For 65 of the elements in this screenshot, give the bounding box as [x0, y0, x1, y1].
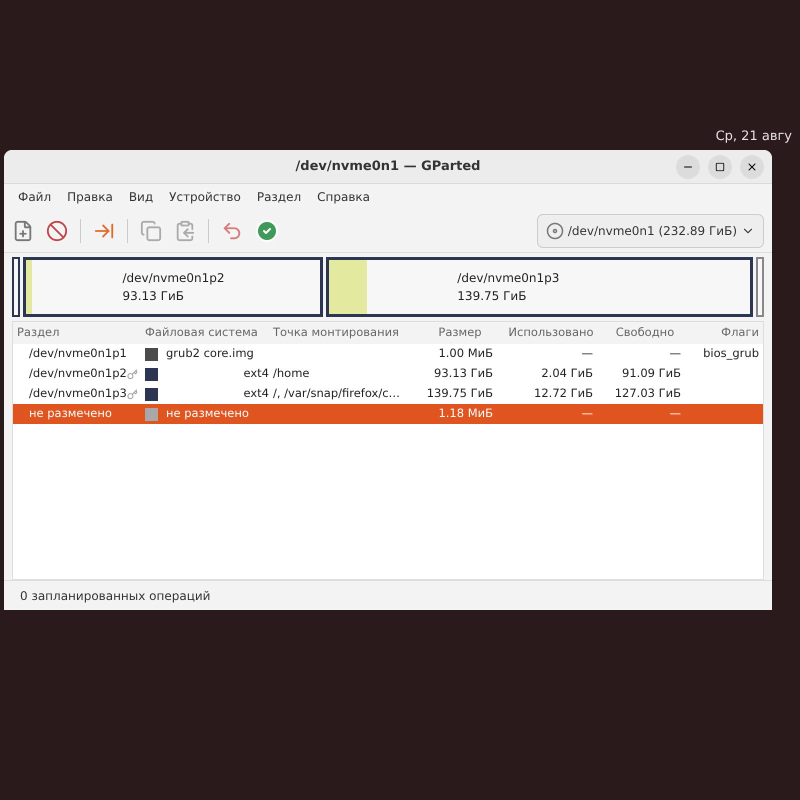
column-header[interactable]: Раздел — [13, 324, 141, 342]
column-header[interactable]: Использовано — [501, 324, 601, 342]
used-cell-text: 12.72 ГиБ — [533, 385, 594, 402]
paste-icon[interactable] — [174, 220, 196, 242]
status-text: 0 запланированных операций — [20, 588, 210, 604]
mount-cell-text: /, /var/snap/firefox/c… — [272, 385, 402, 402]
copy-icon[interactable] — [140, 220, 162, 242]
filesystem-cell-text: ext4 — [243, 385, 269, 402]
size-cell-text: 1.00 МиБ — [437, 345, 494, 362]
filesystem-cell-text: grub2 core.img — [166, 345, 254, 362]
menu-item[interactable]: Вид — [122, 188, 160, 206]
column-header[interactable]: Точка монтирования — [269, 324, 419, 342]
menu-item[interactable]: Устройство — [163, 188, 247, 206]
close-button[interactable] — [740, 154, 764, 178]
flags-cell-text: bios_grub — [702, 345, 760, 362]
maximize-button[interactable] — [708, 154, 732, 178]
free-cell-text: 91.09 ГиБ — [621, 365, 682, 382]
partition-size: 139.75 ГиБ — [457, 288, 528, 305]
table-row[interactable]: /dev/nvme0n1p2 ext4 /home 93.13 ГиБ 2.04 ГиБ 91.09 ГиБ — [13, 364, 763, 384]
window-title: /dev/nvme0n1 — GParted — [296, 158, 480, 176]
used-cell-text: — — [580, 405, 594, 422]
key-icon — [126, 368, 138, 380]
apply-icon[interactable] — [255, 219, 279, 243]
column-header[interactable]: Флаги — [689, 324, 763, 342]
partition-cell-text: /dev/nvme0n1p2 — [29, 365, 127, 382]
used-cell-text: — — [580, 345, 594, 362]
undo-icon[interactable] — [221, 220, 243, 242]
partition-name: /dev/nvme0n1p2 — [122, 270, 225, 287]
used-cell-text: 2.04 ГиБ — [540, 365, 594, 382]
disk-icon — [546, 222, 564, 240]
column-header[interactable]: Свободно — [601, 324, 689, 342]
new-document-icon[interactable] — [12, 220, 34, 242]
menu-item[interactable]: Правка — [61, 188, 119, 206]
partition-size: 93.13 ГиБ — [122, 288, 185, 305]
column-header[interactable]: Файловая система — [141, 324, 269, 342]
free-cell-text: — — [668, 345, 682, 362]
key-icon — [126, 388, 138, 400]
partition-block[interactable]: /dev/nvme0n1p3 139.75 ГиБ — [326, 257, 753, 317]
menu-item[interactable]: Справка — [311, 188, 376, 206]
filesystem-cell-text: ext4 — [243, 365, 269, 382]
partition-block[interactable] — [12, 257, 20, 317]
table-row[interactable]: не размечено не размечено 1.18 МиБ — — — [13, 404, 763, 424]
free-cell-text: — — [668, 405, 682, 422]
column-header[interactable]: Размер — [419, 324, 501, 342]
close-icon — [746, 160, 758, 172]
mount-cell-text: /home — [272, 365, 310, 382]
partition-block[interactable]: /dev/nvme0n1p2 93.13 ГиБ — [23, 257, 323, 317]
size-cell-text: 139.75 ГиБ — [426, 385, 494, 402]
menu-item[interactable]: Файл — [12, 188, 58, 206]
maximize-icon — [715, 162, 725, 172]
free-cell-text: 127.03 ГиБ — [614, 385, 682, 402]
device-selector[interactable]: /dev/nvme0n1 (232.89 ГиБ) — [536, 214, 764, 248]
partition-cell-text: /dev/nvme0n1p3 — [29, 385, 127, 402]
size-cell-text: 1.18 МиБ — [437, 405, 494, 422]
partition-name: /dev/nvme0n1p3 — [457, 270, 560, 287]
delete-icon[interactable] — [46, 220, 68, 242]
partition-cell-text: не размечено — [29, 405, 112, 422]
filesystem-cell-text: не размечено — [166, 405, 249, 422]
size-cell-text: 93.13 ГиБ — [433, 365, 494, 382]
table-row[interactable]: /dev/nvme0n1p3 ext4 /, /var/snap/firefox/c… 139.75 ГиБ 12.72 ГиБ 127.03 ГиБ — [13, 384, 763, 404]
partition-cell-text: /dev/nvme0n1p1 — [29, 345, 127, 362]
table-row[interactable]: /dev/nvme0n1p1 grub2 core.img 1.00 МиБ — — bios_grub — [13, 344, 763, 364]
unallocated-block[interactable] — [756, 257, 764, 317]
menu-item[interactable]: Раздел — [250, 188, 308, 206]
clock: Ср, 21 авгу — [716, 128, 792, 146]
